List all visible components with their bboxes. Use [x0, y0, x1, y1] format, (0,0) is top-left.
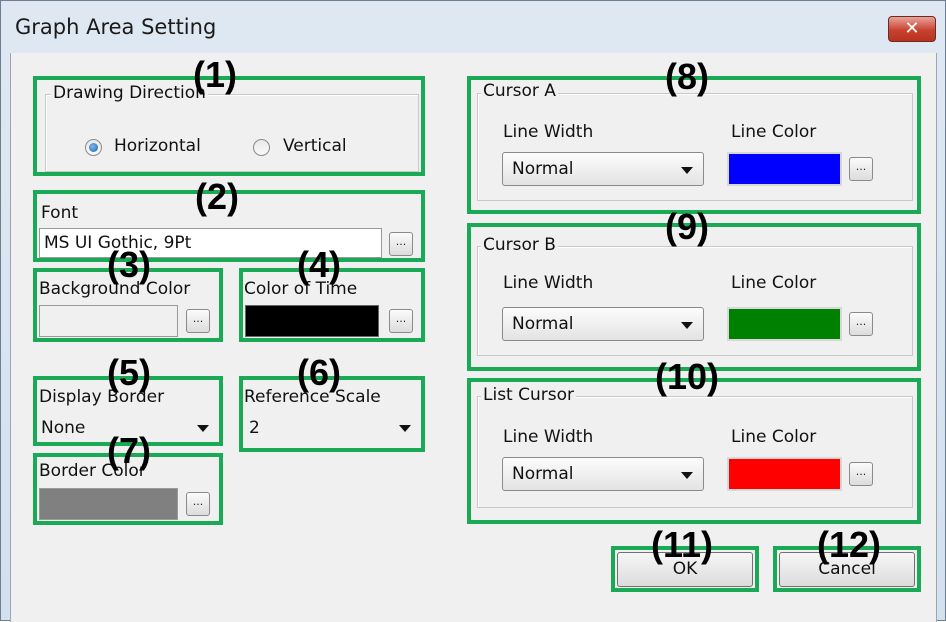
- callout-number-11: (11): [651, 524, 714, 565]
- dialog-title: Graph Area Setting: [15, 15, 217, 39]
- callout-number-3: (3): [107, 244, 151, 285]
- dialog-window: Graph Area Setting ✕ Drawing Direction H…: [0, 0, 946, 622]
- callout-number-5: (5): [107, 352, 151, 393]
- callout-number-7: (7): [107, 430, 151, 471]
- callout-number-2: (2): [195, 176, 239, 217]
- callout-number-4: (4): [297, 244, 341, 285]
- title-bar[interactable]: Graph Area Setting ✕: [1, 1, 945, 51]
- callout-number-8: (8): [665, 56, 709, 97]
- close-button[interactable]: ✕: [888, 16, 936, 42]
- callout-number-12: (12): [817, 524, 882, 565]
- callout-number-9: (9): [665, 206, 709, 247]
- callout-number-6: (6): [297, 352, 341, 393]
- callout-number-10: (10): [655, 356, 720, 397]
- callout-number-1: (1): [193, 54, 237, 95]
- close-icon: ✕: [904, 18, 920, 39]
- callout-frame-10: [467, 378, 921, 524]
